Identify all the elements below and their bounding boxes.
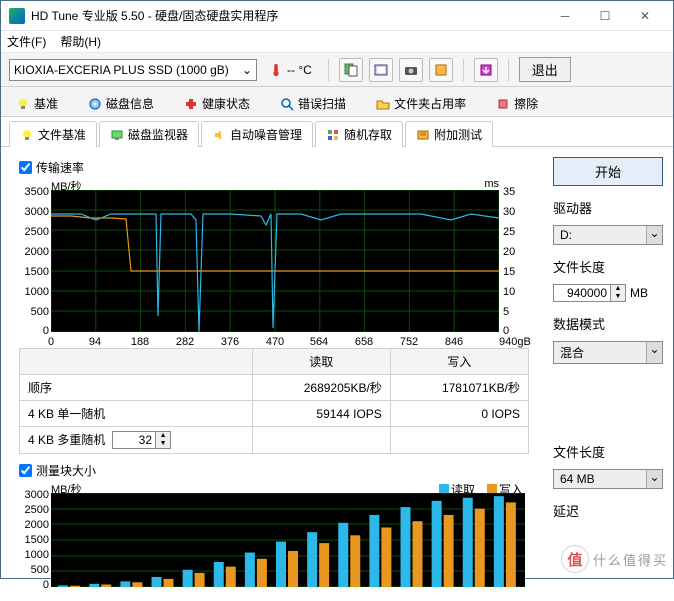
tab-disk-monitor[interactable]: 磁盘监视器 — [99, 121, 199, 147]
bulb-icon — [16, 97, 30, 111]
title-bar: HD Tune 专业版 5.50 - 硬盘/固态硬盘实用程序 ─ ☐ ✕ — [1, 1, 673, 31]
drive-select[interactable]: KIOXIA-EXCERIA PLUS SSD (1000 gB) ⌄ — [9, 59, 257, 81]
temperature-display: -- °C — [263, 63, 318, 77]
chevron-up-icon[interactable]: ▲ — [156, 432, 170, 440]
queue-depth-spinner[interactable]: ▲▼ — [112, 431, 171, 449]
menu-help[interactable]: 帮助(H) — [60, 33, 101, 50]
folder-icon — [376, 97, 390, 111]
thermometer-icon — [269, 63, 283, 77]
table-row: 4 KB 多重随机 ▲▼ — [20, 427, 529, 454]
table-row: 顺序2689205KB/秒1781071KB/秒 — [20, 375, 529, 401]
chevron-down-icon[interactable]: ▼ — [156, 440, 170, 448]
watermark-text: 什么值得买 — [593, 550, 668, 569]
chevron-up-icon[interactable]: ▲ — [611, 285, 625, 293]
results-table: 读取写入 顺序2689205KB/秒1781071KB/秒 4 KB 单一随机5… — [19, 348, 529, 454]
content-area: 传输速率 MB/秒 ms 3500 3000 2500 2000 1500 10… — [1, 147, 673, 601]
file-length-spinner[interactable]: ▲▼ — [553, 284, 626, 302]
delay-label: 延迟 — [553, 501, 663, 520]
minimize-button[interactable]: ─ — [545, 2, 585, 30]
data-mode-select[interactable]: 混合⌄ — [553, 341, 663, 364]
tab-error-scan[interactable]: 错误扫描 — [265, 91, 361, 116]
tab-extra-tests[interactable]: 附加测试 — [405, 121, 493, 147]
block-size-chart: MB/秒 读取 写入 3000 2500 2000 1500 1000 500 … — [19, 481, 529, 591]
maximize-button[interactable]: ☐ — [585, 2, 625, 30]
copy-info-button[interactable] — [339, 58, 363, 82]
tab-strip-bottom: 文件基准 磁盘监视器 自动噪音管理 随机存取 附加测试 — [1, 117, 673, 147]
file-length-2-select[interactable]: 64 MB⌄ — [553, 469, 663, 489]
tab-benchmark[interactable]: 基准 — [1, 91, 73, 116]
app-icon — [9, 8, 25, 24]
screenshot-button[interactable] — [369, 58, 393, 82]
bulb-icon — [20, 128, 34, 142]
data-mode-label: 数据模式 — [553, 314, 663, 333]
options-button[interactable] — [429, 58, 453, 82]
tab-health[interactable]: 健康状态 — [169, 91, 265, 116]
watermark: 值 什么值得买 — [561, 545, 668, 573]
save-button[interactable] — [474, 58, 498, 82]
drive-letter-select[interactable]: D:⌄ — [553, 225, 663, 245]
side-panel: 开始 驱动器 D:⌄ 文件长度 ▲▼ MB 数据模式 混合⌄ 文件长度 64 M… — [553, 157, 663, 591]
disk-icon — [88, 97, 102, 111]
camera-button[interactable] — [399, 58, 423, 82]
file-length-label: 文件长度 — [553, 257, 663, 276]
y2-axis-unit: ms — [484, 178, 499, 190]
drive-label: 驱动器 — [553, 198, 663, 217]
extra-icon — [416, 128, 430, 142]
search-icon — [280, 97, 294, 111]
chevron-down-icon: ⌄ — [242, 63, 252, 77]
random-icon — [326, 128, 340, 142]
close-button[interactable]: ✕ — [625, 2, 665, 30]
watermark-badge: 值 — [561, 545, 589, 573]
tab-erase[interactable]: 擦除 — [481, 91, 553, 116]
tab-folder-usage[interactable]: 文件夹占用率 — [361, 91, 481, 116]
file-length-2-label: 文件长度 — [553, 442, 663, 461]
chevron-down-icon: ⌄ — [646, 470, 662, 488]
window-title: HD Tune 专业版 5.50 - 硬盘/固态硬盘实用程序 — [31, 7, 545, 24]
tab-strip-top: 基准 磁盘信息 健康状态 错误扫描 文件夹占用率 擦除 — [1, 87, 673, 117]
drive-select-value: KIOXIA-EXCERIA PLUS SSD (1000 gB) — [14, 63, 229, 77]
erase-icon — [496, 97, 510, 111]
tab-disk-info[interactable]: 磁盘信息 — [73, 91, 169, 116]
monitor-icon — [110, 128, 124, 142]
health-icon — [184, 97, 198, 111]
tab-random-access[interactable]: 随机存取 — [315, 121, 403, 147]
menu-file[interactable]: 文件(F) — [7, 33, 46, 50]
block-size-checkbox[interactable]: 测量块大小 — [19, 462, 543, 479]
exit-button[interactable]: 退出 — [519, 57, 571, 82]
table-row: 4 KB 单一随机59144 IOPS0 IOPS — [20, 401, 529, 427]
transfer-chart: MB/秒 ms 3500 3000 2500 2000 1500 1000 50… — [19, 178, 529, 348]
tab-aam[interactable]: 自动噪音管理 — [201, 121, 313, 147]
toolbar: KIOXIA-EXCERIA PLUS SSD (1000 gB) ⌄ -- °… — [1, 53, 673, 87]
transfer-rate-checkbox[interactable]: 传输速率 — [19, 159, 543, 176]
tab-file-benchmark[interactable]: 文件基准 — [9, 121, 97, 147]
chevron-down-icon[interactable]: ▼ — [611, 293, 625, 301]
sound-icon — [212, 128, 226, 142]
start-button[interactable]: 开始 — [553, 157, 663, 186]
temperature-value: -- °C — [287, 63, 312, 77]
menu-bar: 文件(F) 帮助(H) — [1, 31, 673, 53]
chevron-down-icon: ⌄ — [646, 342, 662, 363]
chevron-down-icon: ⌄ — [646, 226, 662, 244]
